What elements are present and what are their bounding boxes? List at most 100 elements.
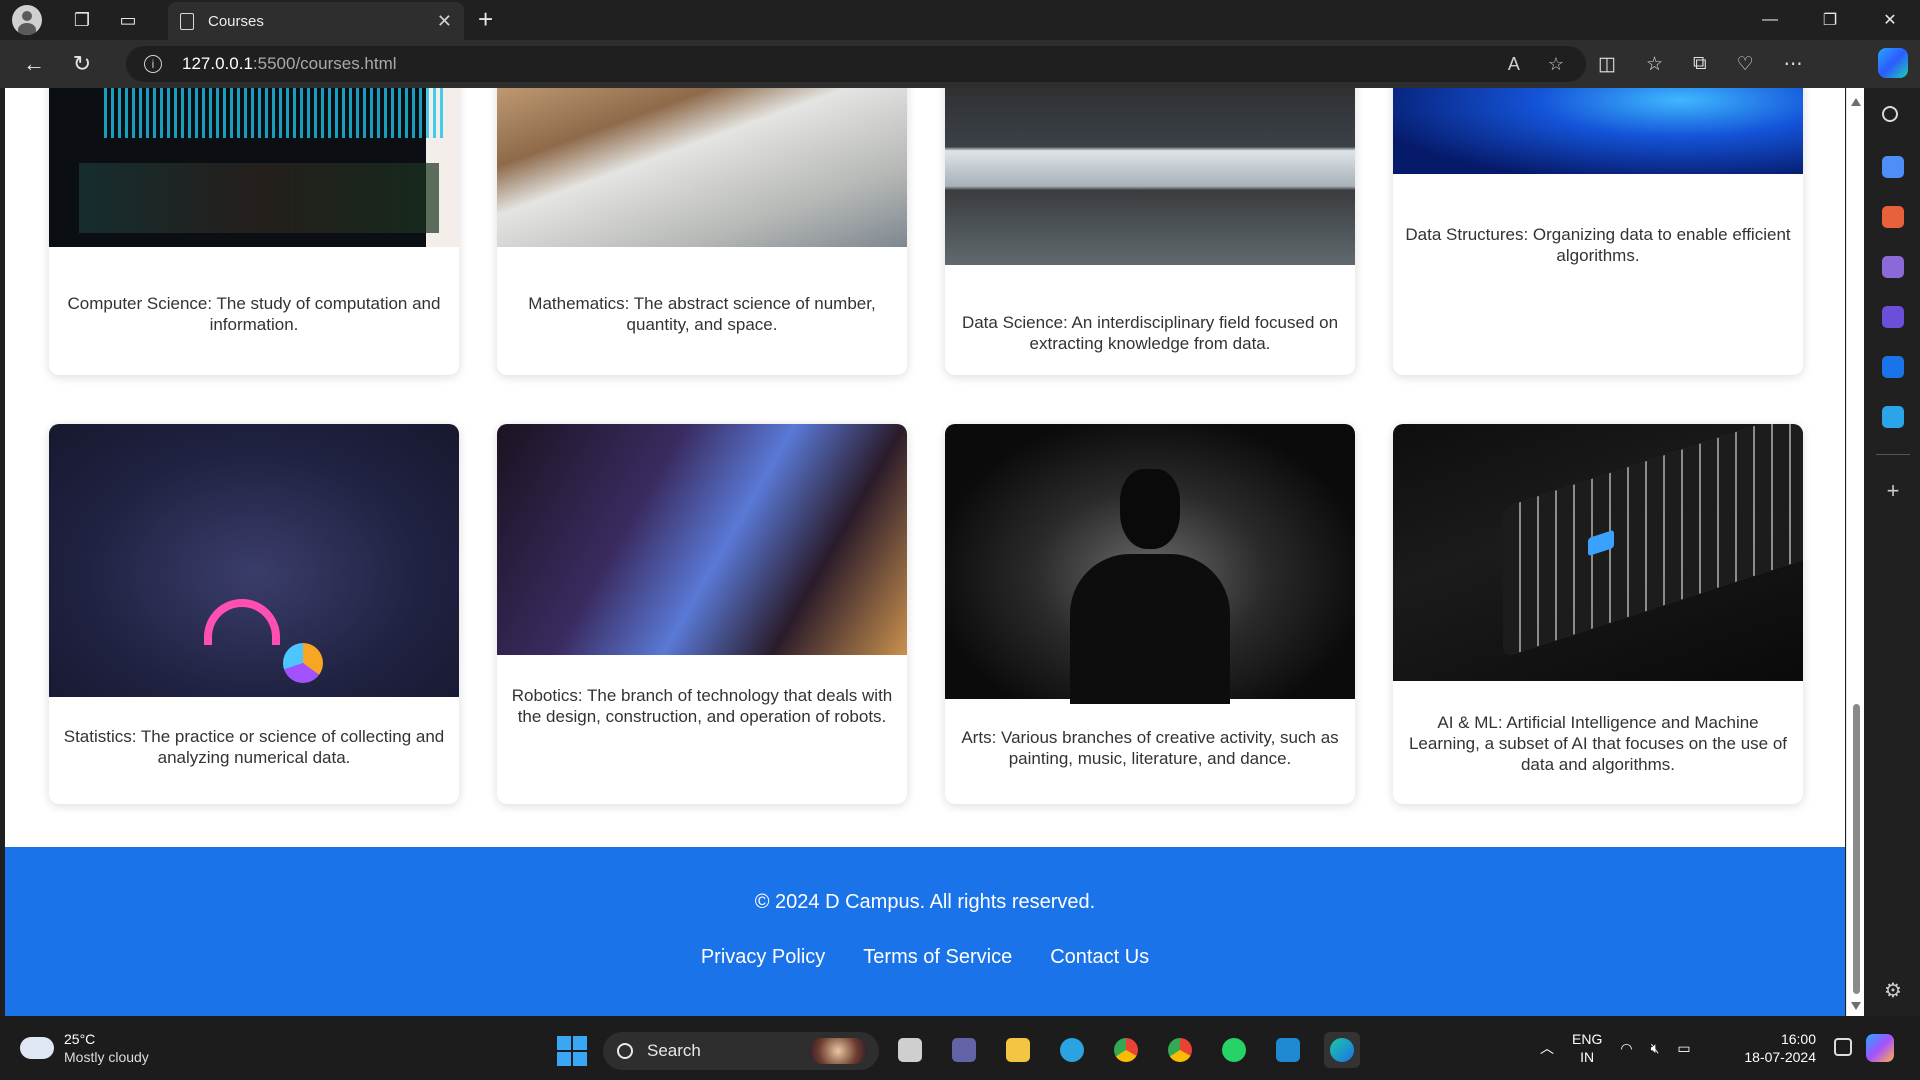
scroll-up-arrow-icon[interactable] xyxy=(1851,98,1861,106)
course-description: Data Structures: Organizing data to enab… xyxy=(1405,225,1791,265)
address-bar[interactable]: i 127.0.0.1:5500/courses.html A ☆ xyxy=(126,46,1586,82)
edge-icon[interactable] xyxy=(1324,1032,1360,1068)
favorite-star-icon[interactable]: ☆ xyxy=(1548,54,1564,75)
weather-temperature: 25°C xyxy=(64,1031,96,1047)
refresh-icon[interactable]: ↻ xyxy=(62,44,102,84)
course-description: Mathematics: The abstract science of num… xyxy=(528,294,876,334)
sidebar-send-icon[interactable] xyxy=(1882,406,1904,428)
chrome-icon[interactable] xyxy=(1108,1032,1144,1068)
split-screen-icon[interactable]: ◫ xyxy=(1598,53,1616,76)
telegram-icon[interactable] xyxy=(1054,1032,1090,1068)
course-card-mathematics[interactable]: Mathematics: The abstract science of num… xyxy=(497,88,907,375)
windows-taskbar: 25°C Mostly cloudy Search ︿ ENG IN ◠ 🔇︎ … xyxy=(0,1016,1920,1080)
course-card-data-science[interactable]: Data Science: An interdisciplinary field… xyxy=(945,88,1355,375)
close-window-icon[interactable]: ✕ xyxy=(1860,0,1920,40)
page-document-icon xyxy=(180,12,194,30)
course-description: Statistics: The practice or science of c… xyxy=(63,727,445,767)
vertical-tabs-icon[interactable]: ▭ xyxy=(110,2,146,38)
teams-icon[interactable] xyxy=(946,1032,982,1068)
page-scrollbar[interactable] xyxy=(1846,88,1864,1016)
task-view-icon[interactable] xyxy=(892,1032,928,1068)
notification-icon[interactable] xyxy=(1834,1038,1852,1056)
taskbar-apps xyxy=(892,1032,1360,1068)
more-options-icon[interactable]: ⋯ xyxy=(1784,53,1803,76)
course-description: Computer Science: The study of computati… xyxy=(67,294,441,334)
taskbar-clock[interactable]: 16:00 18-07-2024 xyxy=(1736,1030,1816,1066)
taskbar-search[interactable]: Search xyxy=(603,1032,879,1070)
minimize-icon[interactable]: — xyxy=(1740,0,1800,40)
site-info-icon[interactable]: i xyxy=(144,55,162,73)
profile-avatar-icon[interactable] xyxy=(12,5,42,35)
copilot-icon[interactable] xyxy=(1878,48,1908,78)
tab-title: Courses xyxy=(208,12,264,30)
privacy-policy-link[interactable]: Privacy Policy xyxy=(701,946,825,969)
sidebar-microsoft365-icon[interactable] xyxy=(1882,306,1904,328)
battery-icon[interactable]: ▭ xyxy=(1677,1040,1690,1057)
course-description: Data Science: An interdisciplinary field… xyxy=(961,313,1339,353)
workspaces-icon[interactable]: ❐ xyxy=(64,2,100,38)
tab-courses[interactable]: Courses ✕ xyxy=(168,2,464,40)
search-highlight-image xyxy=(809,1038,867,1064)
url-path: :5500/courses.html xyxy=(252,54,397,73)
volume-muted-icon[interactable]: 🔇︎ xyxy=(1651,1040,1660,1057)
copilot-taskbar-icon[interactable] xyxy=(1866,1034,1894,1062)
file-explorer-icon[interactable] xyxy=(1000,1032,1036,1068)
restore-icon[interactable]: ❐ xyxy=(1800,0,1860,40)
search-label: Search xyxy=(647,1041,701,1060)
sidebar-settings-icon[interactable]: ⚙ xyxy=(1882,980,1904,1002)
page-footer: © 2024 D Campus. All rights reserved. Pr… xyxy=(5,847,1845,1016)
scrollbar-thumb[interactable] xyxy=(1853,704,1860,994)
course-card-data-structures[interactable]: Data Structures: Organizing data to enab… xyxy=(1393,88,1803,375)
language-code: ENG xyxy=(1572,1031,1603,1047)
browser-tab-bar: ❐ ▭ Courses ✕ + — ❐ ✕ xyxy=(0,0,1920,40)
course-card-statistics[interactable]: Statistics: The practice or science of c… xyxy=(49,424,459,804)
vscode-icon[interactable] xyxy=(1270,1032,1306,1068)
weather-description: Mostly cloudy xyxy=(64,1049,149,1065)
chrome-profile-icon[interactable] xyxy=(1162,1032,1198,1068)
sidebar-add-icon[interactable]: + xyxy=(1882,480,1904,502)
show-hidden-icons-chevron-icon[interactable]: ︿ xyxy=(1540,1038,1554,1058)
mathematics-sketch-image xyxy=(497,88,907,247)
sidebar-shopping-icon[interactable] xyxy=(1882,156,1904,178)
computer-science-dashboard-image xyxy=(49,88,459,247)
course-card-robotics[interactable]: Robotics: The branch of technology that … xyxy=(497,424,907,804)
contact-us-link[interactable]: Contact Us xyxy=(1050,946,1149,969)
sidebar-tools-icon[interactable] xyxy=(1882,206,1904,228)
language-indicator[interactable]: ENG IN xyxy=(1572,1030,1602,1066)
course-card-ai-ml[interactable]: AI & ML: Artificial Intelligence and Mac… xyxy=(1393,424,1803,804)
read-aloud-icon[interactable]: A xyxy=(1508,54,1520,75)
sidebar-games-icon[interactable] xyxy=(1882,256,1904,278)
close-tab-icon[interactable]: ✕ xyxy=(437,11,452,32)
browser-essentials-icon[interactable]: ♡ xyxy=(1737,53,1754,76)
statistics-charts-image xyxy=(49,424,459,697)
ai-ml-keyboard-image xyxy=(1393,424,1803,681)
page-viewport: Computer Science: The study of computati… xyxy=(5,88,1845,1016)
favorites-icon[interactable]: ☆ xyxy=(1646,53,1663,76)
footer-links: Privacy Policy Terms of Service Contact … xyxy=(5,946,1845,969)
course-card-computer-science[interactable]: Computer Science: The study of computati… xyxy=(49,88,459,375)
course-description: Arts: Various branches of creative activ… xyxy=(961,728,1339,768)
course-description: AI & ML: Artificial Intelligence and Mac… xyxy=(1408,713,1788,774)
region-code: IN xyxy=(1580,1049,1595,1065)
collections-icon[interactable]: ⧉ xyxy=(1693,53,1707,75)
clock-time: 16:00 xyxy=(1780,1031,1816,1047)
partly-cloudy-icon xyxy=(16,1029,54,1059)
sidebar-outlook-icon[interactable] xyxy=(1882,356,1904,378)
browser-navigation-bar: ← ↻ i 127.0.0.1:5500/courses.html A ☆ ◫ … xyxy=(0,40,1920,88)
robotics-desk-image xyxy=(497,424,907,655)
clock-date: 18-07-2024 xyxy=(1744,1049,1816,1065)
new-tab-icon[interactable]: + xyxy=(478,4,493,35)
wifi-icon[interactable]: ◠ xyxy=(1620,1040,1632,1057)
course-card-arts[interactable]: Arts: Various branches of creative activ… xyxy=(945,424,1355,804)
scroll-down-arrow-icon[interactable] xyxy=(1851,1002,1861,1010)
windows-start-icon[interactable] xyxy=(557,1036,587,1066)
back-icon[interactable]: ← xyxy=(14,44,54,84)
whatsapp-icon[interactable] xyxy=(1216,1032,1252,1068)
sidebar-search-icon[interactable] xyxy=(1882,106,1898,122)
window-controls: — ❐ ✕ xyxy=(1740,0,1920,40)
sidebar-divider xyxy=(1876,454,1910,455)
weather-widget[interactable]: 25°C Mostly cloudy xyxy=(16,1029,149,1066)
url-host: 127.0.0.1 xyxy=(182,54,253,73)
terms-of-service-link[interactable]: Terms of Service xyxy=(863,946,1012,969)
browser-toolbar: ◫ ☆ ⧉ ♡ ⋯ xyxy=(1598,40,1803,88)
